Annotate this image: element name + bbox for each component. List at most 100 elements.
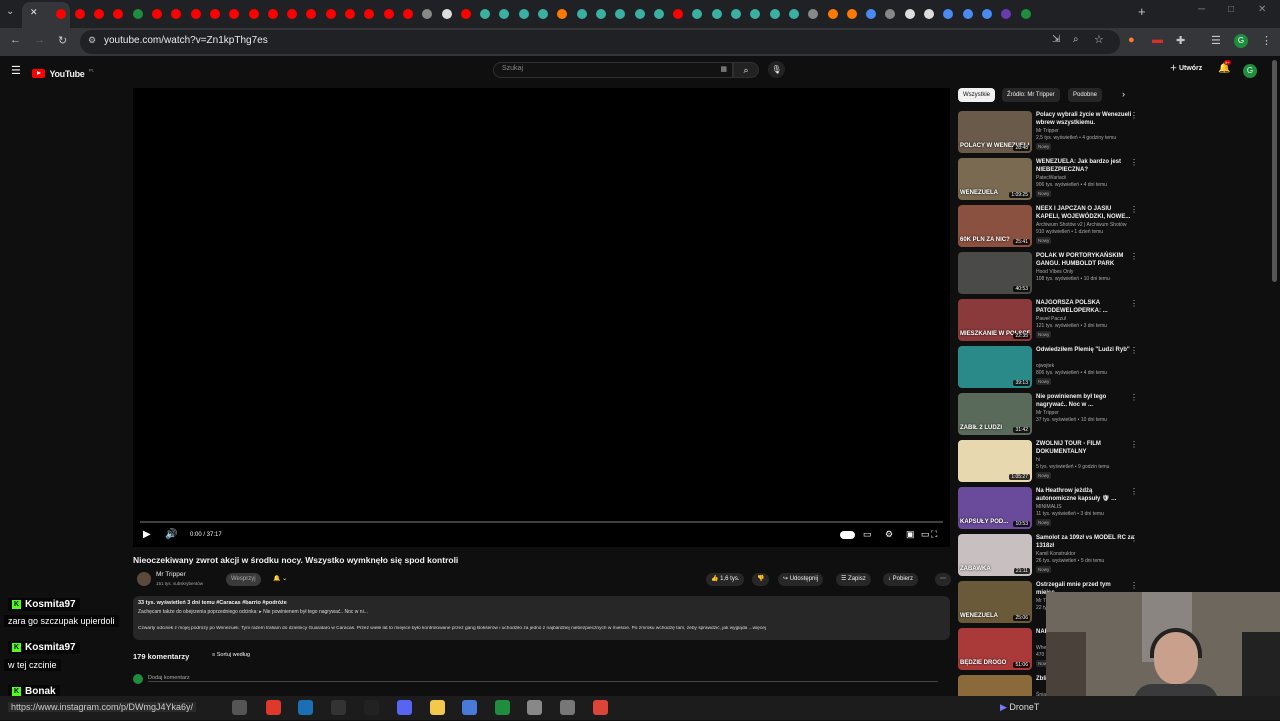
browser-tab[interactable] [149, 5, 166, 22]
sort-comments-button[interactable]: ≡ Sortuj według [212, 652, 250, 658]
browser-tab[interactable] [515, 5, 532, 22]
close-window-icon[interactable]: ✕ [1258, 4, 1266, 15]
browser-tab[interactable] [438, 5, 455, 22]
recommended-video[interactable]: 39:13 Odwiedziłem Plemię "Ludzi Ryb" ojwoj… [958, 346, 1138, 392]
apple-icon[interactable] [527, 700, 542, 715]
more-options-icon[interactable]: ⋮ [1130, 299, 1138, 308]
browser-tab[interactable] [708, 5, 725, 22]
browser-tab[interactable] [940, 5, 957, 22]
page-scrollbar[interactable] [1272, 60, 1277, 282]
filter-chip[interactable]: Źródło: Mr Tripper [1002, 88, 1060, 102]
video-thumbnail[interactable]: ZABAWKA 21:11 [958, 534, 1032, 576]
notepad-icon[interactable] [462, 700, 477, 715]
channel-name[interactable]: Archiwum Shotów v2 | Archiwum Shotów [1036, 222, 1127, 228]
browser-tab[interactable] [264, 5, 281, 22]
browser-tab[interactable] [592, 5, 609, 22]
chrome-icon[interactable] [593, 700, 608, 715]
recommended-video[interactable]: ZABIŁ 2 LUDZI 31:42 Nie powinienem był teg… [958, 393, 1138, 439]
browser-tab[interactable] [573, 5, 590, 22]
more-options-icon[interactable]: ⋮ [1130, 393, 1138, 402]
channel-name[interactable]: MINIMALIS [1036, 504, 1062, 510]
theater-mode-icon[interactable]: ▭ [921, 529, 930, 540]
channel-name[interactable]: Mr Tripper [1036, 410, 1059, 416]
browser-tab[interactable] [303, 5, 320, 22]
browser-tab[interactable] [670, 5, 687, 22]
zoom-icon[interactable]: ⌕ [1073, 34, 1079, 45]
dislike-button[interactable]: 👎 [752, 573, 770, 586]
browser-tab[interactable] [322, 5, 339, 22]
address-bar[interactable]: ⚙ youtube.com/watch?v=Zn1kpThg7es ⇲ ⌕ ☆ [80, 30, 1120, 54]
reading-list-icon[interactable]: ☰ [1211, 34, 1221, 47]
keyboard-icon[interactable]: ▦ [720, 65, 727, 73]
epic-games-icon[interactable] [331, 700, 346, 715]
channel-name[interactable]: Mr Tripper [1036, 128, 1059, 134]
share-button[interactable]: ↪ Udostępnij [778, 573, 824, 586]
browser-tab[interactable] [52, 5, 69, 22]
notifications-button[interactable]: 🔔 9+ [1218, 60, 1231, 74]
recommended-video[interactable]: 60K PLN ZA NIC? 25:41 NEEX I JAPCZAN O JAS… [958, 205, 1138, 251]
download-button[interactable]: ↓ Pobierz [883, 573, 919, 586]
account-avatar[interactable]: G [1243, 64, 1257, 78]
browser-tab[interactable] [226, 5, 243, 22]
browser-tab[interactable] [631, 5, 648, 22]
channel-name[interactable]: Kamil Konstruktor [1036, 551, 1075, 557]
opera-gx-icon[interactable] [266, 700, 281, 715]
video-thumbnail[interactable]: 39:13 [958, 346, 1032, 388]
browser-tab[interactable] [168, 5, 185, 22]
channel-name[interactable]: Hood Vibes Only [1036, 269, 1073, 275]
video-thumbnail[interactable]: 40:53 [958, 252, 1032, 294]
maximize-icon[interactable]: □ [1228, 4, 1234, 15]
channel-name[interactable]: PatecWariacii [1036, 175, 1066, 181]
steam-icon[interactable] [298, 700, 313, 715]
chips-next-icon[interactable]: › [1122, 89, 1125, 99]
hamburger-menu-icon[interactable]: ☰ [11, 64, 21, 77]
recommended-video[interactable]: WENEZUELA 1:09:25 WENEZUELA: Jak bardzo je… [958, 158, 1138, 204]
browser-tab[interactable] [419, 5, 436, 22]
extensions-puzzle-icon[interactable]: ✚ [1176, 34, 1185, 47]
volume-icon[interactable]: 🔊 [165, 529, 177, 540]
profile-avatar[interactable]: G [1234, 34, 1248, 48]
browser-tab[interactable] [978, 5, 995, 22]
browser-tab[interactable] [535, 5, 552, 22]
recommended-video[interactable]: KAPSUŁY POD... 10:53 Na Heathrow jeżdżą au… [958, 487, 1138, 533]
browser-tab[interactable] [650, 5, 667, 22]
fullscreen-icon[interactable]: ⛶ [931, 529, 937, 540]
tab-search-icon[interactable]: ⌄ [6, 6, 14, 17]
extension-icon[interactable]: ▬ [1152, 34, 1163, 46]
settings-gear-icon[interactable]: ⚙ [885, 529, 893, 540]
voice-search-button[interactable]: 🎙 [768, 61, 785, 78]
reload-icon[interactable]: ↻ [58, 34, 67, 47]
progress-bar[interactable] [140, 521, 943, 523]
discord-icon[interactable] [397, 700, 412, 715]
browser-tab[interactable] [766, 5, 783, 22]
video-player[interactable]: ▶ 🔊 0:00 / 37:17 ▭ ⚙ ▣ ▭ ⛶ [133, 88, 950, 547]
url-text[interactable]: youtube.com/watch?v=Zn1kpThg7es [104, 35, 268, 46]
browser-tab[interactable] [785, 5, 802, 22]
miniplayer-icon[interactable]: ▣ [906, 529, 915, 540]
add-comment-input[interactable]: Dodaj komentarz [148, 675, 938, 682]
browser-tab[interactable] [805, 5, 822, 22]
browser-tab[interactable] [457, 5, 474, 22]
task-view-icon[interactable] [232, 700, 247, 715]
browser-tab[interactable] [284, 5, 301, 22]
more-options-icon[interactable]: ⋮ [1130, 252, 1138, 261]
youtube-logo[interactable]: YouTube PL [32, 65, 94, 79]
video-thumbnail[interactable]: WENEZUELA 25:06 [958, 581, 1032, 623]
video-thumbnail[interactable]: ZABIŁ 2 LUDZI 31:42 [958, 393, 1032, 435]
settings-icon[interactable] [560, 700, 575, 715]
recommended-video[interactable]: 40:53 POLAK W PORTORYKAŃSKIM GANGU. HUMBO… [958, 252, 1138, 298]
browser-tab[interactable] [71, 5, 88, 22]
browser-tab[interactable] [554, 5, 571, 22]
video-thumbnail[interactable]: MIESZKANIE W POLSCE 22:35 [958, 299, 1032, 341]
browser-tab[interactable] [959, 5, 976, 22]
browser-tab[interactable] [91, 5, 108, 22]
video-thumbnail[interactable]: 60K PLN ZA NIC? 25:41 [958, 205, 1032, 247]
browser-tab[interactable] [245, 5, 262, 22]
description-box[interactable]: 33 tys. wyświetleń 3 dni temu #Caracas #… [133, 596, 950, 640]
more-options-icon[interactable]: ⋮ [1130, 534, 1138, 543]
browser-tab[interactable] [187, 5, 204, 22]
browser-tab[interactable] [863, 5, 880, 22]
video-thumbnail[interactable]: WENEZUELA 1:09:25 [958, 158, 1032, 200]
browser-tab[interactable] [747, 5, 764, 22]
browser-tab[interactable] [824, 5, 841, 22]
